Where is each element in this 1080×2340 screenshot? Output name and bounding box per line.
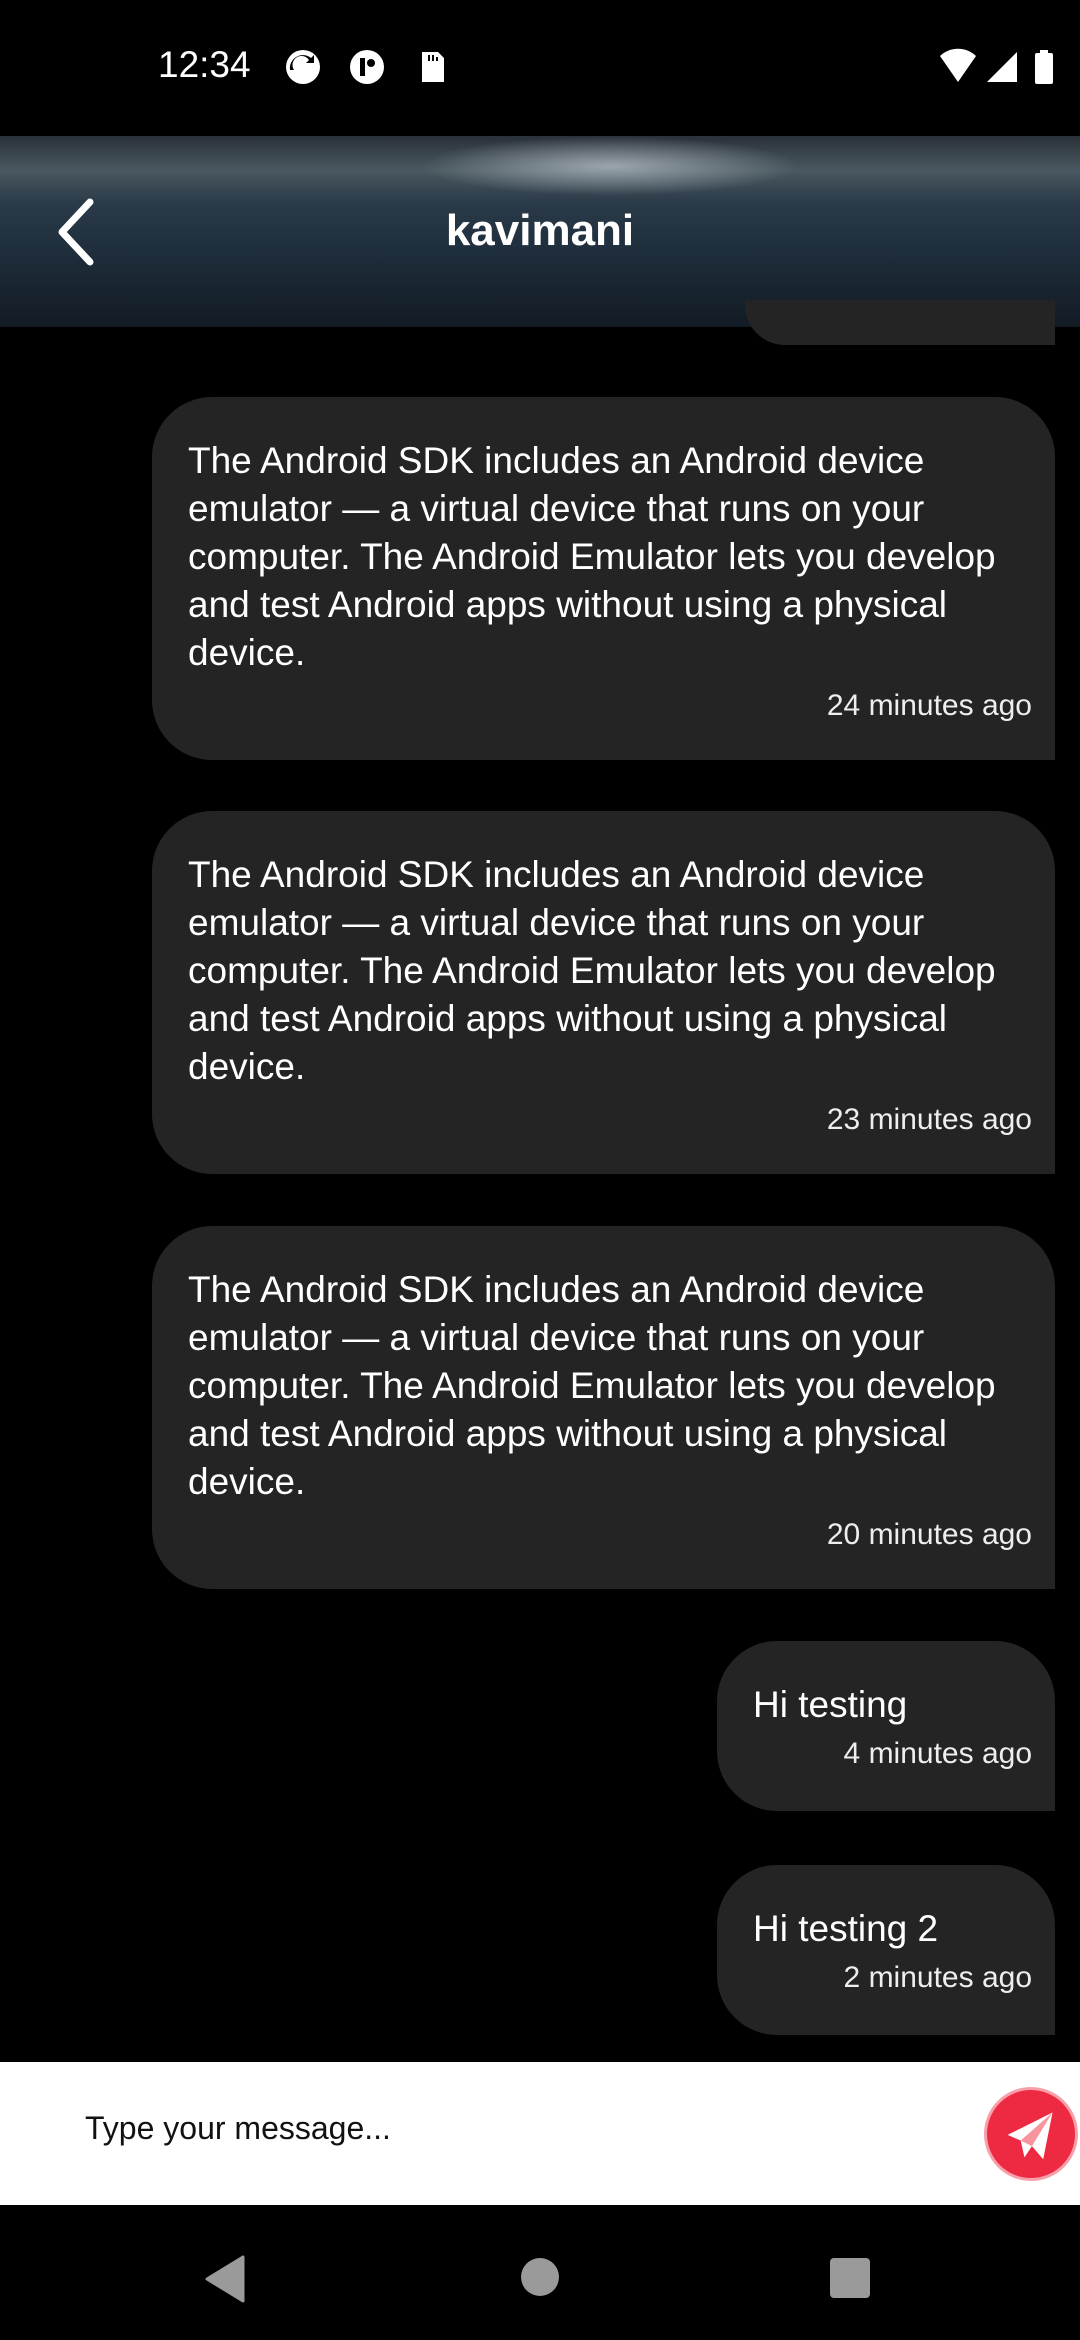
message-bubble[interactable]: Hi testing 4 minutes ago <box>717 1641 1055 1811</box>
message-composer <box>0 2062 1080 2205</box>
wifi-icon <box>940 48 976 82</box>
message-time: 20 minutes ago <box>826 1518 1032 1551</box>
message-time: 24 minutes ago <box>826 689 1032 722</box>
message-bubble[interactable]: The Android SDK includes an Android devi… <box>152 811 1055 1174</box>
send-button[interactable] <box>984 2087 1078 2181</box>
message-bubble[interactable]: The Android SDK includes an Android devi… <box>152 1226 1055 1589</box>
message-time: 2 minutes ago <box>843 1961 1032 1994</box>
message-text: Hi testing <box>753 1684 908 1725</box>
message-text: The Android SDK includes an Android devi… <box>188 854 996 1087</box>
sync-app-icon <box>286 50 320 84</box>
nav-recents-icon[interactable] <box>829 2257 871 2299</box>
status-time: 12:34 <box>158 44 251 85</box>
nav-home-icon[interactable] <box>520 2257 560 2297</box>
status-bar: 12:34 <box>0 0 1080 136</box>
nav-back-icon[interactable] <box>205 2255 245 2303</box>
cell-signal-icon <box>987 52 1017 82</box>
system-nav-bar <box>0 2205 1080 2340</box>
message-time: 23 minutes ago <box>826 1103 1032 1136</box>
message-bubble[interactable]: Hi testing 2 2 minutes ago <box>717 1865 1055 2035</box>
chat-header: kavimani <box>0 136 1080 327</box>
message-bubble[interactable]: The Android SDK includes an Android devi… <box>152 397 1055 760</box>
app-notification-icon <box>350 50 384 84</box>
paper-plane-icon <box>1007 2112 1053 2160</box>
message-text: Hi testing 2 <box>753 1908 939 1949</box>
contact-name: kavimani <box>445 206 635 255</box>
message-input[interactable] <box>85 2110 935 2147</box>
message-time: 4 minutes ago <box>843 1737 1032 1770</box>
battery-icon <box>1035 50 1053 84</box>
message-bubble-partial <box>745 300 1055 345</box>
message-text: The Android SDK includes an Android devi… <box>188 1269 996 1502</box>
message-text: The Android SDK includes an Android devi… <box>188 440 996 673</box>
sd-card-icon <box>422 52 444 82</box>
header-background-image <box>420 136 800 196</box>
